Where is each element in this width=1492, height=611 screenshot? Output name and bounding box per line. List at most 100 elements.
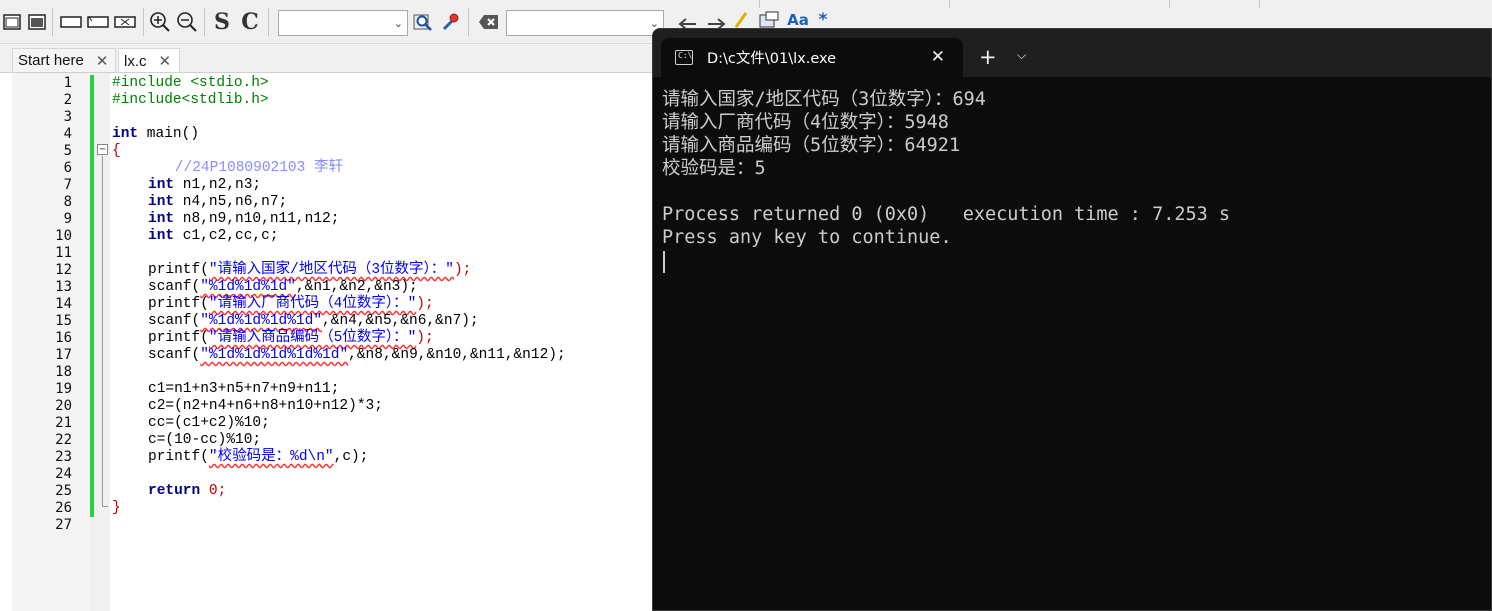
code-text: ); <box>416 330 434 346</box>
code-text: ,&n1,&n2,&n3); <box>295 279 418 295</box>
keyword: return <box>148 483 201 499</box>
toolbar-edge <box>760 0 950 8</box>
close-icon[interactable]: ✕ <box>96 52 109 70</box>
code-text: printf( <box>148 296 209 312</box>
toolbar-edge <box>950 0 1170 8</box>
console-line: 请输入国家/地区代码（3位数字）：694 <box>662 89 986 110</box>
code-line: int n4,n5,n6,n7; <box>148 194 287 211</box>
code-line: } <box>112 500 121 516</box>
line-number: 17 <box>55 347 72 363</box>
string-literal: "%1d%1d%1d" <box>200 279 296 295</box>
code-line: scanf("%1d%1d%1d%1d",&n4,&n5,&n6,&n7); <box>148 313 479 330</box>
line-number: 14 <box>55 296 72 312</box>
box-cross-icon[interactable] <box>114 11 136 33</box>
new-tab-icon[interactable]: + <box>979 47 997 68</box>
search-icon[interactable] <box>413 11 433 33</box>
code-text: scanf( <box>148 279 201 295</box>
window-filled-icon[interactable] <box>27 11 47 33</box>
line-number: 2 <box>63 92 72 108</box>
console-output: 请输入国家/地区代码（3位数字）：694 请输入厂商代码（4位数字）：5948 … <box>662 88 1482 249</box>
code-line: int n8,n9,n10,n11,n12; <box>148 211 339 228</box>
code-line: cc=(c1+c2)%10; <box>148 415 270 431</box>
line-number: 7 <box>63 177 72 193</box>
code-line: int main() <box>112 126 199 143</box>
keyword: int <box>148 194 175 210</box>
window-icon[interactable] <box>2 11 22 33</box>
string-literal: "请输入厂商代码（4位数字）：" <box>208 296 417 312</box>
code-line: { <box>112 143 121 159</box>
console-icon-text: C:\ <box>678 51 693 60</box>
line-number: 18 <box>55 364 72 380</box>
line-number: 19 <box>55 381 72 397</box>
symbol-combo[interactable]: ⌄ <box>506 10 664 36</box>
console-line: 校验码是：5 <box>662 158 766 179</box>
code-text: printf( <box>148 330 209 346</box>
code-line: return 0; <box>148 483 226 500</box>
code-text: n4,n5,n6,n7; <box>174 194 288 210</box>
tab-label: lx.c <box>124 52 147 70</box>
code-line: int c1,c2,cc,c; <box>148 228 279 245</box>
line-number: 9 <box>63 211 72 227</box>
zoom-out-icon[interactable] <box>176 11 198 33</box>
box-alt-icon[interactable] <box>87 11 109 33</box>
console-titlebar: C:\ D:\c文件\01\lx.exe ✕ + ⌵ <box>653 29 1491 77</box>
close-icon[interactable]: ✕ <box>931 47 945 67</box>
c-letter-icon[interactable]: C <box>240 9 260 35</box>
code-line: c=(10-cc)%10; <box>148 432 262 448</box>
line-number: 10 <box>55 228 72 244</box>
line-number: 27 <box>55 517 72 533</box>
code-text: scanf( <box>148 313 201 329</box>
line-number: 25 <box>55 483 72 499</box>
console-line: 请输入厂商代码（4位数字）：5948 <box>662 112 949 133</box>
line-number: 26 <box>55 500 72 516</box>
tab-start-here[interactable]: Start here ✕ <box>12 48 116 72</box>
wrench-icon[interactable] <box>440 11 460 33</box>
code-line: printf("请输入商品编码（5位数字）："); <box>148 330 434 347</box>
box-icon[interactable] <box>60 11 82 33</box>
console-line: Press any key to continue. <box>662 227 952 248</box>
line-number: 6 <box>63 160 72 176</box>
code-text: ,&n8,&n9,&n10,&n11,&n12); <box>348 347 566 363</box>
code-comment: //24P1080902103 李轩 <box>140 160 344 176</box>
toolbar-edge <box>0 0 760 8</box>
tab-lx-c[interactable]: lx.c ✕ <box>118 48 180 73</box>
keyword: int <box>112 126 139 142</box>
code-text: ,c); <box>333 449 369 465</box>
code-editor[interactable]: − 1 #include <stdio.h> 2 #include<stdlib.h… <box>0 72 660 611</box>
code-line: scanf("%1d%1d%1d",&n1,&n2,&n3); <box>148 279 418 296</box>
code-line: c2=(n2+n4+n6+n8+n10+n12)*3; <box>148 398 383 414</box>
search-combo[interactable]: ⌄ <box>278 10 408 36</box>
line-number: 4 <box>63 126 72 142</box>
line-number: 8 <box>63 194 72 210</box>
code-line: printf("校验码是：%d\n",c); <box>148 449 368 466</box>
console-tab[interactable]: C:\ D:\c文件\01\lx.exe ✕ <box>661 38 963 77</box>
s-letter-icon[interactable]: S <box>212 9 232 35</box>
line-number: 11 <box>55 245 72 261</box>
keyword: int <box>148 177 175 193</box>
console-icon: C:\ <box>675 50 693 65</box>
clear-icon[interactable] <box>478 11 500 33</box>
code-line: #include<stdlib.h> <box>112 92 269 108</box>
code-line: scanf("%1d%1d%1d%1d%1d",&n8,&n9,&n10,&n1… <box>148 347 566 364</box>
toolbar-edge <box>1170 0 1260 8</box>
console-line: Process returned 0 (0x0) execution time … <box>662 204 1231 225</box>
tab-label: Start here <box>18 52 84 69</box>
line-number: 15 <box>55 313 72 329</box>
code-line: int n1,n2,n3; <box>148 177 261 194</box>
code-text: main() <box>138 126 200 142</box>
chevron-down-icon[interactable]: ⌵ <box>1017 48 1026 63</box>
line-number: 23 <box>55 449 72 465</box>
code-text: printf( <box>148 262 209 278</box>
code-text: scanf( <box>148 347 201 363</box>
zoom-in-icon[interactable] <box>149 11 171 33</box>
code-line: #include <stdio.h> <box>112 75 269 91</box>
console-window[interactable]: C:\ D:\c文件\01\lx.exe ✕ + ⌵ 请输入国家/地区代码（3位… <box>652 28 1492 611</box>
text-cursor <box>663 251 665 273</box>
close-icon[interactable]: ✕ <box>159 52 172 70</box>
line-number: 12 <box>55 262 72 278</box>
chevron-down-icon[interactable]: ⌄ <box>394 17 403 30</box>
line-number: 16 <box>55 330 72 346</box>
code-text: n8,n9,n10,n11,n12; <box>174 211 340 227</box>
line-number: 20 <box>55 398 72 414</box>
